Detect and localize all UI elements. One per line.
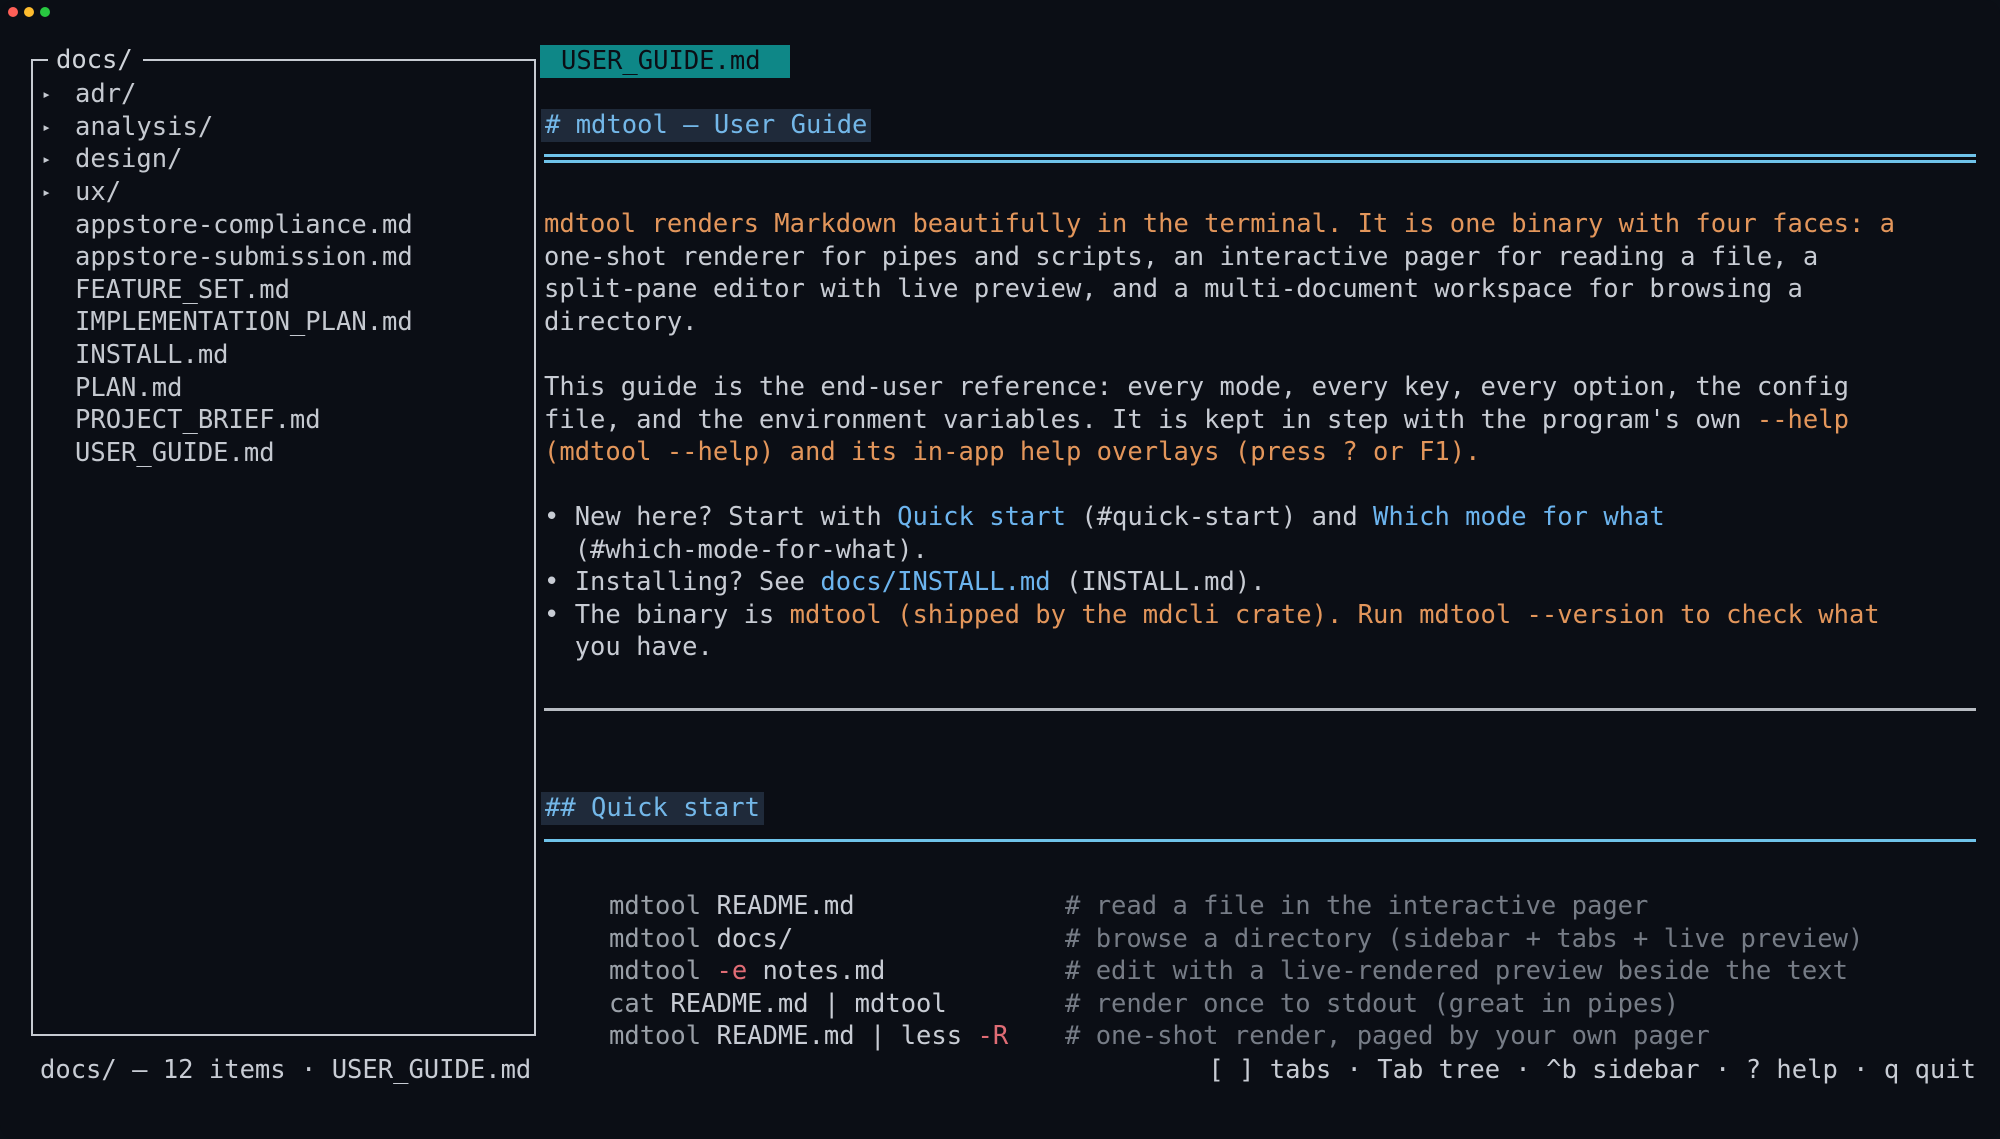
sidebar-folder[interactable]: ▸ adr/ — [40, 78, 413, 111]
list-item-text: (#which-mode-for-what). — [544, 534, 928, 565]
code-comment: # edit with a live-rendered preview besi… — [1065, 956, 1848, 987]
list-item-text: (INSTALL.md). — [1050, 567, 1266, 598]
sidebar-item-label: ux/ — [75, 177, 122, 208]
code-line: mdtool -e notes.md # edit with a live-ren… — [609, 955, 1863, 988]
code-token: cat — [609, 988, 671, 1019]
heading-rule — [544, 839, 1976, 842]
sidebar-item-label: adr/ — [75, 79, 137, 110]
sidebar-file[interactable]: appstore-compliance.md — [40, 208, 413, 241]
sidebar-file[interactable]: PLAN.md — [40, 371, 413, 404]
terminal-window: docs/ ▸ adr/ ▸ analysis/ ▸ design/ ▸ ux/appstor… — [0, 0, 2000, 1139]
intro-paragraph: mdtool renders Markdown beautifully in t… — [544, 208, 1895, 338]
code-block: mdtool README.md # read a file in the int… — [609, 890, 1863, 1053]
code-token: mdtool — [609, 956, 717, 987]
sidebar-item-label: analysis/ — [75, 111, 214, 142]
code-token: README.md | mdtool — [670, 988, 947, 1019]
code-comment: # browse a directory (sidebar + tabs + l… — [1065, 923, 1864, 954]
which-mode-link[interactable]: Which mode for what — [1373, 502, 1665, 532]
sidebar-item-label: FEATURE_SET.md — [75, 274, 290, 305]
para-line: directory. — [544, 306, 698, 337]
horizontal-rule — [544, 708, 1976, 711]
code-line: mdtool docs/# browse a directory (sideba… — [609, 923, 1863, 956]
maximize-window-button[interactable] — [40, 7, 50, 17]
status-left: docs/ — 12 items · USER_GUIDE.md — [40, 1055, 532, 1085]
code-line: mdtool README.md | less -R # one-shot ren… — [609, 1020, 1863, 1053]
inline-code: mdtool (shipped by the mdcli crate). Run… — [789, 599, 1880, 630]
code-comment: # read a file in the interactive pager — [1065, 891, 1649, 921]
code-comment: # render once to stdout (great in pipes) — [1065, 988, 1680, 1019]
code-comment: # one-shot render, paged by your own pag… — [1065, 1021, 1710, 1052]
code-command: mdtool docs/ — [609, 923, 1065, 956]
code-command: mdtool README.md | less -R — [609, 1020, 1065, 1053]
expand-arrow-icon: ▸ — [42, 150, 52, 169]
expand-arrow-icon: ▸ — [42, 183, 52, 202]
sidebar-file[interactable]: PROJECT_BRIEF.md — [40, 404, 413, 437]
code-line: mdtool README.md # read a file in the int… — [609, 890, 1863, 923]
code-token: README.md — [716, 891, 855, 921]
sidebar-file[interactable]: appstore-submission.md — [40, 241, 413, 274]
guide-paragraph: This guide is the end-user reference: ev… — [544, 371, 1849, 469]
sidebar-item-label: INSTALL.md — [75, 340, 229, 371]
para-line: file, and the environment variables. It … — [544, 404, 1757, 435]
close-window-button[interactable] — [8, 7, 18, 17]
list-item: • New here? Start with — [544, 502, 898, 532]
code-token: -R — [977, 1021, 1009, 1052]
sidebar-file[interactable]: INSTALL.md — [40, 339, 413, 372]
sidebar-title: docs/ — [48, 44, 143, 76]
code-command: mdtool -e notes.md — [609, 955, 1065, 988]
code-token: -e — [716, 956, 748, 987]
code-token: docs/ — [716, 923, 794, 954]
list-item: • Installing? See — [544, 567, 821, 598]
para-line: mdtool renders Markdown beautifully in t… — [544, 209, 1896, 239]
sidebar-item-label: USER_GUIDE.md — [75, 437, 275, 468]
code-command: cat README.md | mdtool — [609, 988, 1065, 1021]
sidebar-folder[interactable]: ▸ analysis/ — [40, 111, 413, 144]
sidebar-folder[interactable]: ▸ ux/ — [40, 176, 413, 209]
expand-arrow-icon: ▸ — [42, 117, 52, 136]
para-line: This guide is the end-user reference: ev… — [544, 372, 1849, 402]
sidebar-item-label: PLAN.md — [75, 372, 183, 403]
code-command: mdtool README.md — [609, 890, 1065, 923]
sidebar-folder[interactable]: ▸ design/ — [40, 143, 413, 176]
code-token: mdtool — [609, 891, 717, 921]
list-item-text: you have. — [544, 632, 713, 663]
sidebar-item-label: PROJECT_BRIEF.md — [75, 405, 321, 436]
doc-heading-2: ## Quick start — [541, 792, 764, 825]
para-line: split-pane editor with live preview, and… — [544, 274, 1803, 305]
heading-rule — [544, 160, 1976, 163]
code-token: mdtool — [609, 923, 717, 954]
sidebar-item-label: appstore-compliance.md — [75, 209, 413, 240]
bullet-list: • New here? Start with Quick start (#qui… — [544, 501, 1880, 664]
minimize-window-button[interactable] — [24, 7, 34, 17]
inline-code: (mdtool --help) and its in-app help over… — [544, 437, 1481, 468]
list-item-text: (#quick-start) and — [1066, 502, 1374, 532]
code-token: notes.md — [747, 956, 886, 987]
sidebar-item-label: IMPLEMENTATION_PLAN.md — [75, 307, 413, 338]
sidebar-file[interactable]: FEATURE_SET.md — [40, 274, 413, 307]
doc-heading-1: # mdtool — User Guide — [541, 109, 872, 142]
quick-start-link[interactable]: Quick start — [897, 502, 1066, 532]
file-tree: ▸ adr/ ▸ analysis/ ▸ design/ ▸ ux/appstore-comp… — [40, 78, 413, 469]
heading-rule — [544, 154, 1976, 157]
list-item: • The binary is — [544, 599, 790, 630]
expand-arrow-icon: ▸ — [42, 85, 52, 104]
sidebar-file[interactable]: USER_GUIDE.md — [40, 437, 413, 470]
code-token: README.md | less — [716, 1021, 978, 1052]
inline-code: --help — [1756, 404, 1849, 435]
window-controls — [8, 7, 50, 17]
para-line: one-shot renderer for pipes and scripts,… — [544, 241, 1819, 272]
sidebar-file[interactable]: IMPLEMENTATION_PLAN.md — [40, 306, 413, 339]
sidebar-item-label: appstore-submission.md — [75, 242, 413, 273]
install-doc-link[interactable]: docs/INSTALL.md — [820, 567, 1050, 597]
status-keyhints: [ ] tabs · Tab tree · ^b sidebar · ? hel… — [1208, 1055, 1976, 1085]
code-line: cat README.md | mdtool # render once to s… — [609, 988, 1863, 1021]
sidebar-item-label: design/ — [75, 144, 183, 175]
code-token: mdtool — [609, 1021, 717, 1052]
tab-user-guide[interactable]: USER_GUIDE.md — [540, 45, 790, 78]
